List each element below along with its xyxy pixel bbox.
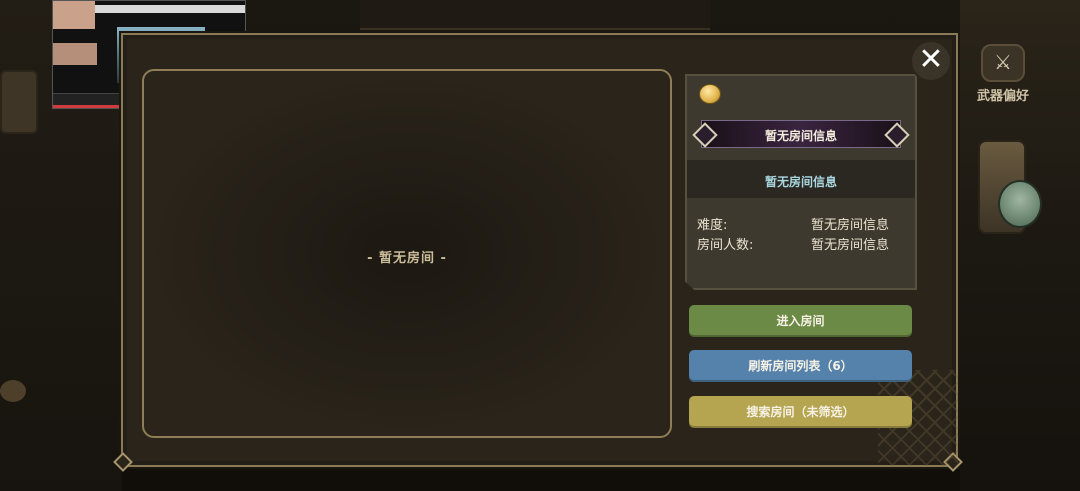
difficulty-value: 暂无房间信息 bbox=[811, 218, 890, 233]
difficulty-label: 难度: bbox=[697, 218, 728, 233]
webcam-face-2 bbox=[53, 43, 97, 65]
weapon-preference-button[interactable]: ⚔ 武器偏好 bbox=[972, 44, 1034, 104]
refresh-room-list-button[interactable]: 刷新房间列表（6） bbox=[689, 350, 912, 382]
room-info-card: 暂无房间信息 暂无房间信息 难度: 暂无房间信息 房间人数: 暂无房间信息 bbox=[685, 74, 917, 290]
room-subtitle-band: 暂无房间信息 bbox=[687, 160, 915, 198]
room-list[interactable]: - 暂无房间 - bbox=[142, 69, 672, 438]
search-room-button[interactable]: 搜索房间（未筛选） bbox=[689, 396, 912, 428]
weapon-badge-icon: ⚔ bbox=[981, 44, 1025, 82]
npc-avatar bbox=[998, 180, 1042, 228]
players-label: 房间人数: bbox=[697, 238, 754, 253]
room-name: 暂无房间信息 bbox=[764, 129, 837, 143]
scene-left-plant bbox=[0, 380, 26, 402]
room-list-empty-text: - 暂无房间 - bbox=[367, 251, 447, 266]
room-name-banner: 暂无房间信息 bbox=[692, 120, 910, 148]
enter-room-button[interactable]: 进入房间 bbox=[689, 305, 912, 337]
weapon-preference-label: 武器偏好 bbox=[976, 89, 1029, 104]
scene-top-structure bbox=[360, 0, 710, 30]
coin-icon bbox=[699, 84, 721, 104]
room-subtitle: 暂无房间信息 bbox=[764, 175, 837, 189]
webcam-face-1 bbox=[53, 1, 95, 29]
npc-character[interactable] bbox=[968, 110, 1058, 250]
players-value: 暂无房间信息 bbox=[811, 238, 890, 253]
scene-left-prop bbox=[0, 70, 38, 134]
close-icon[interactable]: ✕ bbox=[910, 40, 952, 82]
